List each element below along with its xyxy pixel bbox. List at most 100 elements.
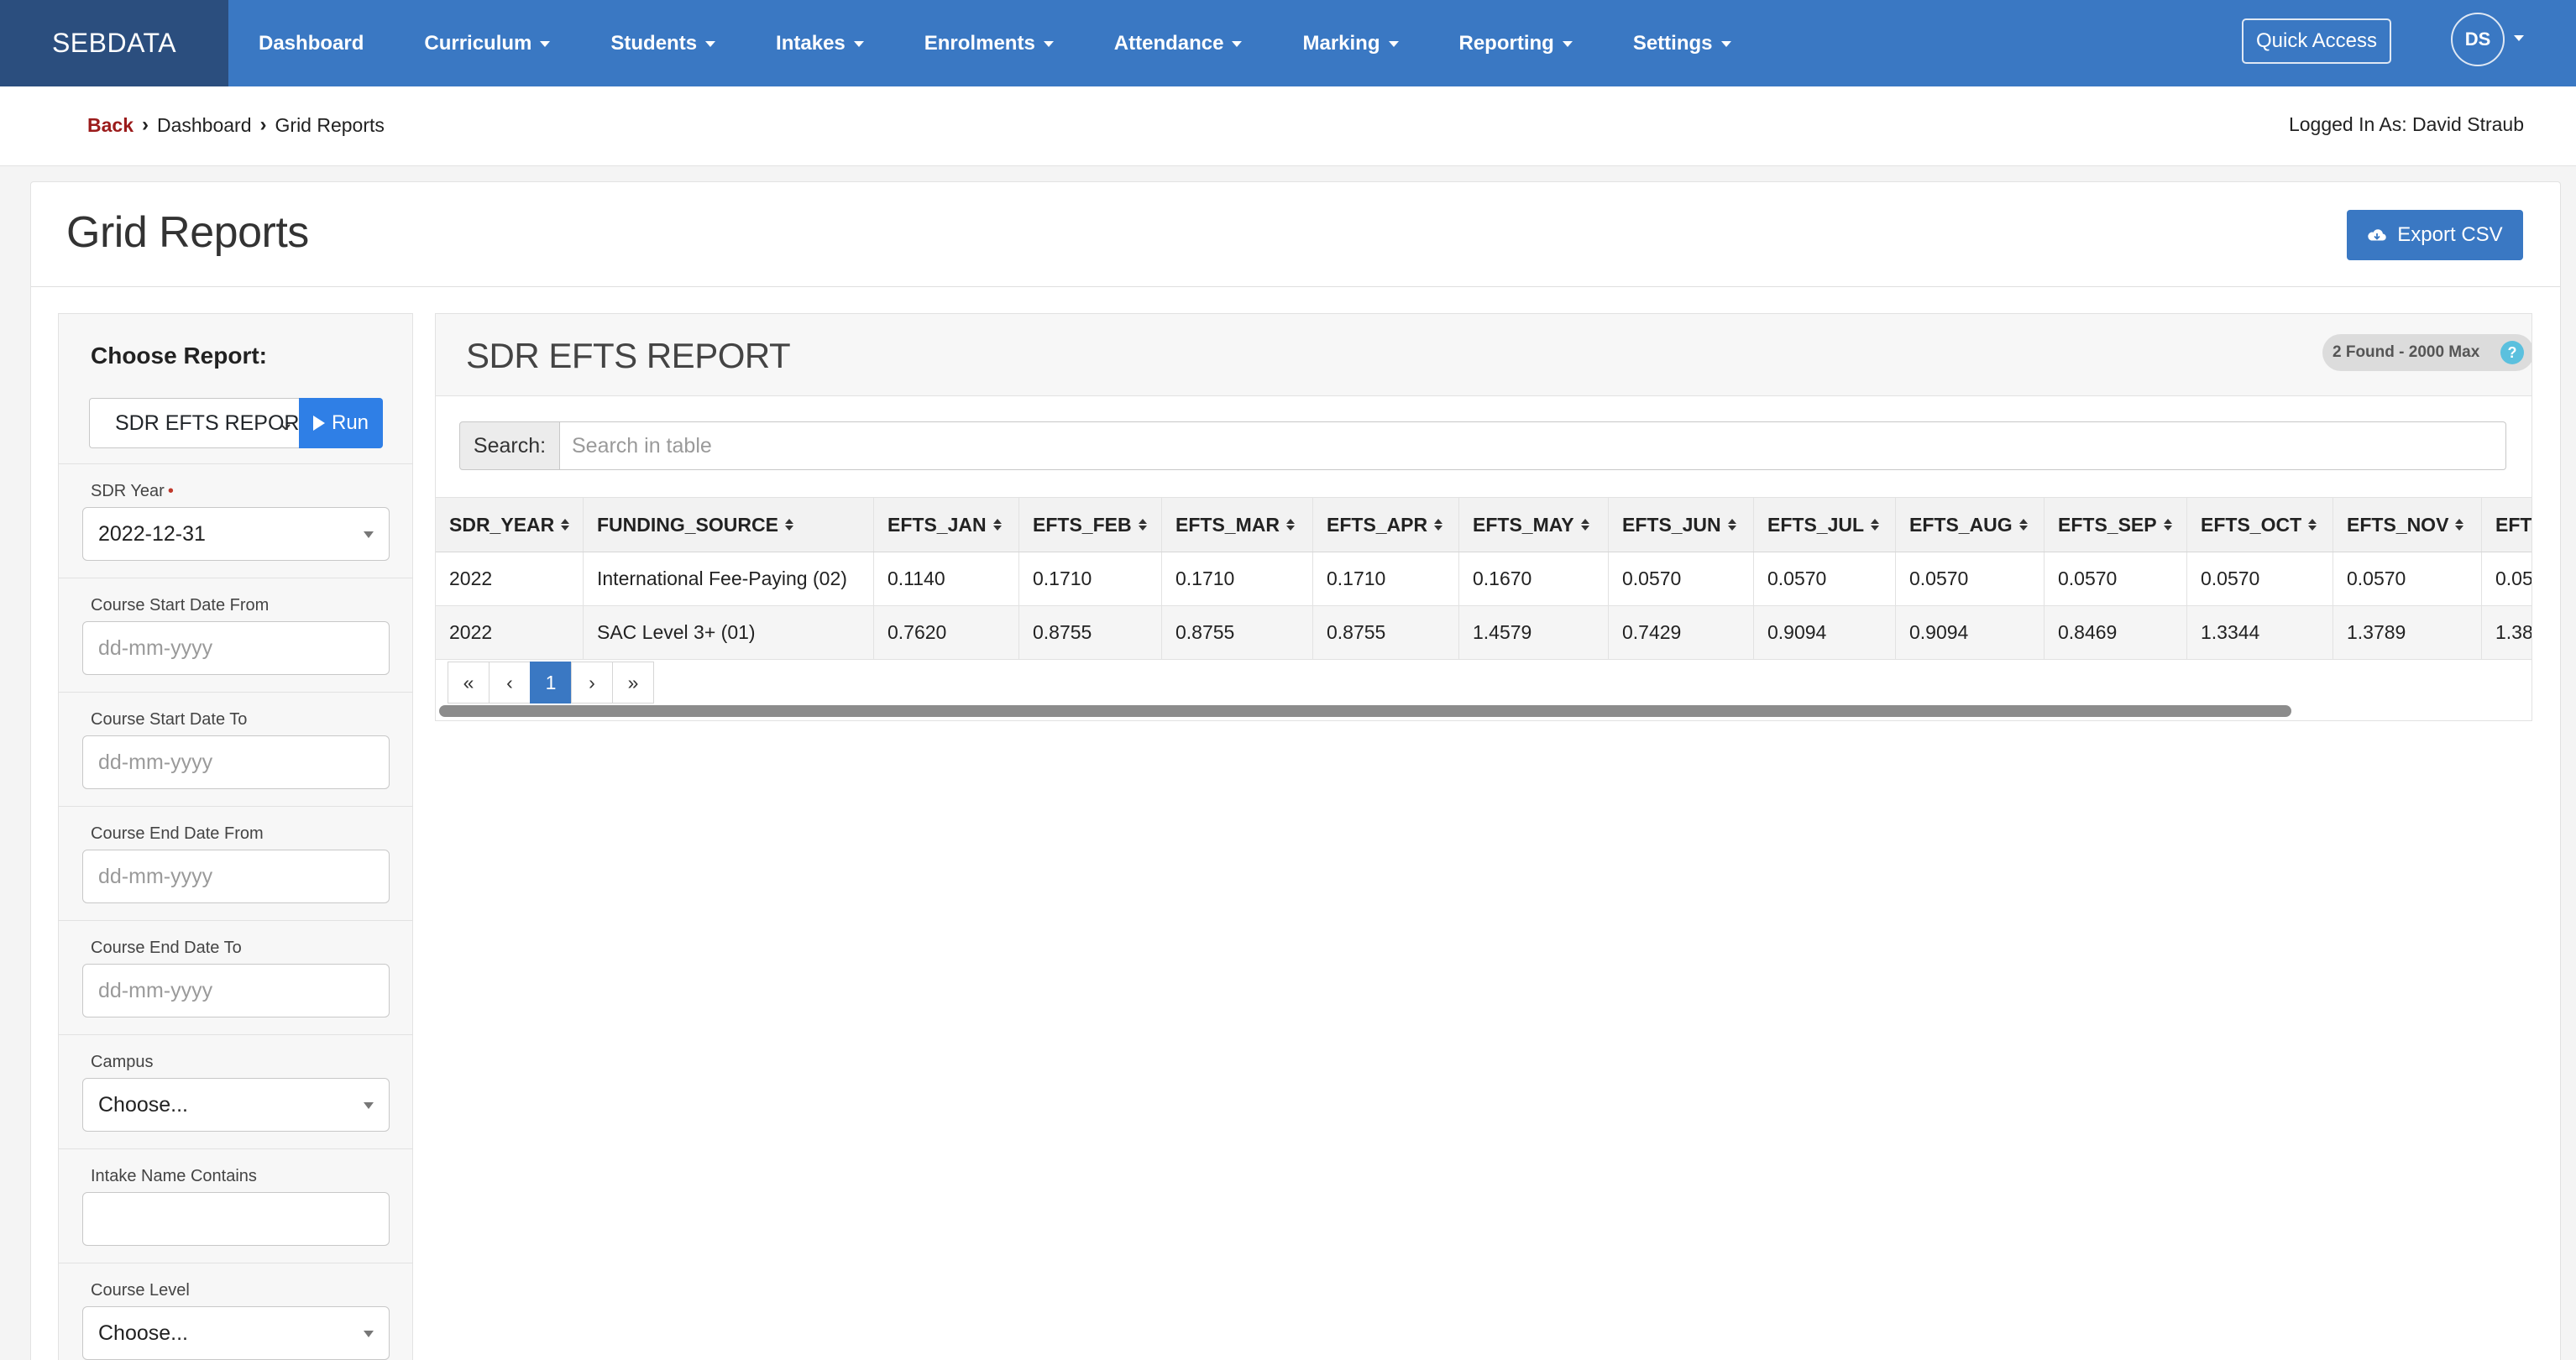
course-level-select[interactable]: Choose... bbox=[82, 1306, 390, 1360]
divider bbox=[59, 692, 412, 693]
divider bbox=[59, 463, 412, 464]
filter-label: SDR Year • bbox=[91, 482, 174, 501]
prev-page-button[interactable]: ‹ bbox=[489, 662, 531, 704]
sort-icon bbox=[2308, 519, 2317, 531]
column-header-efts-mar[interactable]: EFTS_MAR bbox=[1162, 498, 1313, 552]
caret-down-icon bbox=[853, 41, 864, 47]
table-cell: 0.1710 bbox=[1162, 552, 1313, 605]
filter-label: Course Start Date From bbox=[91, 596, 269, 615]
filter-label-text: Intake Name Contains bbox=[91, 1167, 257, 1185]
nav-item-dashboard[interactable]: Dashboard bbox=[228, 32, 394, 55]
table-cell: 0.0570 bbox=[2045, 552, 2187, 605]
sort-icon bbox=[784, 519, 793, 531]
column-header-efts-feb[interactable]: EFTS_FEB bbox=[1019, 498, 1162, 552]
caret-down-icon bbox=[364, 1331, 374, 1337]
column-header-efts-may[interactable]: EFTS_MAY bbox=[1459, 498, 1609, 552]
column-header-efts-apr[interactable]: EFTS_APR bbox=[1313, 498, 1459, 552]
page-button[interactable]: 1 bbox=[530, 662, 572, 704]
course-end-date-from-input[interactable]: dd-mm-yyyy bbox=[82, 850, 390, 903]
nav-item-curriculum[interactable]: Curriculum bbox=[394, 32, 580, 55]
chevron-right-icon: › bbox=[141, 113, 149, 136]
table-cell: 1.3850 bbox=[2482, 606, 2531, 659]
filter-label-text: Course End Date From bbox=[91, 824, 264, 843]
breadcrumb: Back › Dashboard › Grid Reports bbox=[87, 113, 385, 137]
divider bbox=[59, 920, 412, 921]
table-cell: 0.0570 bbox=[1609, 552, 1754, 605]
top-navbar: SEBDATA Dashboard Curriculum Students Intak… bbox=[0, 0, 2576, 86]
table-cell: 0.8755 bbox=[1162, 606, 1313, 659]
column-header-efts-aug[interactable]: EFTS_AUG bbox=[1896, 498, 2045, 552]
sort-icon bbox=[1727, 519, 1736, 531]
table-cell: 0.1670 bbox=[1459, 552, 1609, 605]
column-header-sdr-year[interactable]: SDR_YEAR bbox=[436, 498, 584, 552]
sort-icon bbox=[1285, 519, 1295, 531]
report-select[interactable]: SDR EFTS REPORT bbox=[89, 398, 299, 448]
last-page-button[interactable]: » bbox=[612, 662, 654, 704]
nav-item-enrolments[interactable]: Enrolments bbox=[894, 32, 1084, 55]
filter-label: Intake Name Contains bbox=[91, 1167, 257, 1186]
breadcrumb-dashboard[interactable]: Dashboard bbox=[157, 114, 252, 137]
nav-item-intakes[interactable]: Intakes bbox=[746, 32, 894, 55]
table-cell: 0.8469 bbox=[2045, 606, 2187, 659]
column-header-efts-oct[interactable]: EFTS_OCT bbox=[2187, 498, 2333, 552]
column-header-funding-source[interactable]: FUNDING_SOURCE bbox=[584, 498, 874, 552]
table-cell: 1.4579 bbox=[1459, 606, 1609, 659]
nav-item-settings[interactable]: Settings bbox=[1603, 32, 1762, 55]
table-cell: 0.1710 bbox=[1019, 552, 1162, 605]
caret-down-icon bbox=[364, 531, 374, 538]
filter-label-text: Course Level bbox=[91, 1281, 190, 1300]
results-count-label: 2 Found - 2000 Max bbox=[2333, 343, 2480, 361]
nav-item-label: Intakes bbox=[776, 31, 846, 55]
column-header-efts-sep[interactable]: EFTS_SEP bbox=[2045, 498, 2187, 552]
nav-item-marking[interactable]: Marking bbox=[1272, 32, 1428, 55]
column-header-label: EFTS_NOV bbox=[2347, 513, 2449, 536]
brand-logo[interactable]: SEBDATA bbox=[0, 0, 228, 86]
nav-item-label: Attendance bbox=[1113, 31, 1224, 55]
course-start-date-to-input[interactable]: dd-mm-yyyy bbox=[82, 735, 390, 789]
column-header-efts-nov[interactable]: EFTS_NOV bbox=[2333, 498, 2482, 552]
filter-label: Course Level bbox=[91, 1281, 190, 1300]
user-avatar[interactable]: DS bbox=[2451, 13, 2505, 66]
caret-down-icon bbox=[705, 41, 716, 47]
back-link[interactable]: Back bbox=[87, 114, 134, 137]
report-results-panel: SDR EFTS REPORT 2 Found - 2000 Max ? Sea… bbox=[435, 313, 2532, 721]
page-title: Grid Reports bbox=[66, 208, 309, 257]
table-cell: 0.1140 bbox=[874, 552, 1019, 605]
column-header-label: EFTS_JUL bbox=[1767, 513, 1865, 536]
column-header-efts-dec[interactable]: EFTS_DEC bbox=[2482, 498, 2531, 552]
table-row[interactable]: 2022 International Fee-Paying (02) 0.1140 0… bbox=[436, 552, 2531, 606]
export-csv-button[interactable]: Export CSV bbox=[2347, 210, 2523, 260]
search-input[interactable]: Search in table bbox=[560, 421, 2506, 470]
table-search: Search: Search in table bbox=[459, 421, 2506, 470]
campus-select[interactable]: Choose... bbox=[82, 1078, 390, 1132]
column-header-label: EFTS_JAN bbox=[887, 513, 987, 536]
column-header-efts-jul[interactable]: EFTS_JUL bbox=[1754, 498, 1896, 552]
next-page-button[interactable]: › bbox=[571, 662, 613, 704]
course-end-date-to-input[interactable]: dd-mm-yyyy bbox=[82, 964, 390, 1017]
run-button[interactable]: Run bbox=[299, 398, 383, 448]
sort-icon bbox=[2455, 519, 2464, 531]
nav-item-students[interactable]: Students bbox=[580, 32, 746, 55]
nav-item-label: Dashboard bbox=[259, 31, 364, 55]
nav-item-reporting[interactable]: Reporting bbox=[1429, 32, 1603, 55]
table-cell: 2022 bbox=[436, 606, 584, 659]
filter-label-text: Course Start Date To bbox=[91, 710, 248, 729]
filter-label-text: SDR Year bbox=[91, 482, 165, 500]
table-cell: 0.7429 bbox=[1609, 606, 1754, 659]
table-cell: 0.9094 bbox=[1896, 606, 2045, 659]
help-icon[interactable]: ? bbox=[2500, 341, 2524, 364]
chevron-down-icon[interactable] bbox=[2514, 35, 2524, 41]
first-page-button[interactable]: « bbox=[448, 662, 490, 704]
filter-label: Course End Date From bbox=[91, 824, 264, 844]
required-marker: • bbox=[167, 482, 174, 500]
course-start-date-from-input[interactable]: dd-mm-yyyy bbox=[82, 621, 390, 675]
column-header-efts-jun[interactable]: EFTS_JUN bbox=[1609, 498, 1754, 552]
nav-item-attendance[interactable]: Attendance bbox=[1084, 32, 1273, 55]
column-header-efts-jan[interactable]: EFTS_JAN bbox=[874, 498, 1019, 552]
table-cell: 0.1710 bbox=[1313, 552, 1459, 605]
quick-access-button[interactable]: Quick Access bbox=[2242, 18, 2391, 64]
sdr-year-select[interactable]: 2022-12-31 bbox=[82, 507, 390, 561]
intake-name-contains-input[interactable] bbox=[82, 1192, 390, 1246]
table-row[interactable]: 2022 SAC Level 3+ (01) 0.7620 0.8755 0.8755 0… bbox=[436, 606, 2531, 660]
horizontal-scrollbar[interactable] bbox=[439, 705, 2291, 717]
